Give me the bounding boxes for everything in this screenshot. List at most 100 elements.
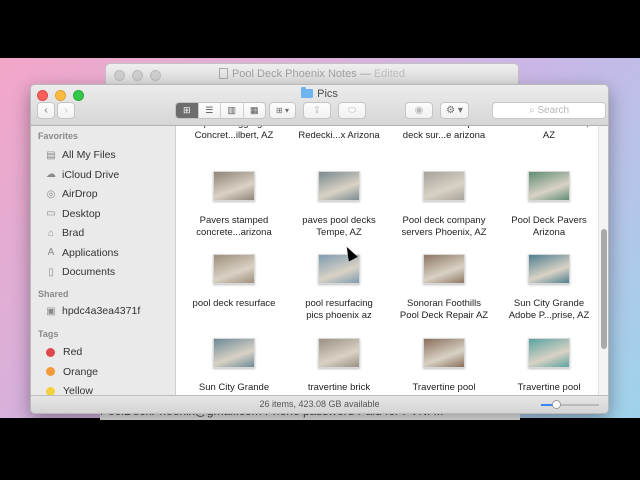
icon-size-slider[interactable]: [541, 400, 599, 409]
image-thumbnail[interactable]: [213, 338, 255, 368]
image-thumbnail[interactable]: [423, 254, 465, 284]
folder-icon: [301, 87, 314, 98]
sidebar-item-documents[interactable]: ▯ Documents: [45, 264, 115, 280]
file-name: travertine brick: [307, 382, 371, 393]
home-icon: ⌂: [47, 227, 55, 239]
sidebar-item-label: All My Files: [62, 149, 116, 161]
list-view-icon[interactable]: ☰: [199, 103, 221, 118]
finder-toolbar: Pics ‹ › ⊞ ☰ ▥ ▦ ⊞ ▾ ⇪ ⬭ ◉ ⚙ ▾ ⌕ Search: [31, 85, 608, 126]
sidebar-item-airdrop[interactable]: ◎ AirDrop: [45, 186, 98, 202]
sidebar-item-label: iCloud Drive: [62, 168, 120, 181]
slider-knob[interactable]: [551, 400, 561, 409]
applications-icon: A: [47, 247, 55, 258]
sidebar: Favorites ▤ All My Files ☁ iCloud Drive ◎ Air…: [31, 126, 176, 395]
tag-button[interactable]: ⬭: [338, 102, 366, 119]
status-text: 26 items, 423.08 GB available: [259, 399, 380, 409]
file-name: servers Phoenix, AZ: [401, 227, 487, 238]
background-window-title: Pool Deck Phoenix Notes — Edited: [106, 68, 518, 80]
file-item[interactable]: travertine brick: [289, 338, 389, 394]
quick-look-button[interactable]: ◉: [405, 102, 433, 119]
sidebar-item-shared-computer[interactable]: ▣ hpdc4a3ea4371f: [45, 303, 140, 319]
image-thumbnail[interactable]: [528, 254, 570, 284]
vertical-scrollbar[interactable]: [598, 126, 608, 395]
file-item[interactable]: Exposed AggregateConcret...ilbert, AZ: [184, 126, 284, 142]
search-placeholder: Search: [537, 105, 570, 116]
file-name: Sonoran Foothills: [407, 298, 481, 309]
cloud-icon: ☁: [46, 169, 56, 180]
file-item[interactable]: Pool Deck Pavers Arizona: [499, 171, 596, 239]
all-files-icon: ▤: [46, 149, 56, 161]
arrange-button[interactable]: ⊞ ▾: [269, 102, 296, 119]
file-item[interactable]: Pavers stamped concrete...arizona: [184, 171, 284, 239]
scrollbar-thumb[interactable]: [601, 229, 607, 349]
image-thumbnail[interactable]: [528, 171, 570, 201]
window-title-text: Pics: [317, 88, 338, 100]
finder-window[interactable]: Pics ‹ › ⊞ ☰ ▥ ▦ ⊞ ▾ ⇪ ⬭ ◉ ⚙ ▾ ⌕ Search …: [30, 84, 609, 414]
file-name: deck sur...e arizona: [402, 130, 486, 141]
sidebar-item-brad[interactable]: ⌂ Brad: [45, 225, 84, 241]
window-title: Pics: [31, 87, 608, 100]
file-item[interactable]: Travertine pool: [394, 338, 494, 394]
computer-icon: ▣: [46, 305, 56, 317]
tag-color-dot-icon: [46, 347, 55, 357]
file-item[interactable]: Sonoran Foothills Pool Deck Repair AZ: [394, 254, 494, 322]
image-thumbnail[interactable]: [213, 254, 255, 284]
icon-view-icon[interactable]: ⊞: [176, 103, 199, 118]
file-item[interactable]: paves pool decks Tempe, AZ: [289, 171, 389, 239]
file-item[interactable]: Pool deck company servers Phoenix, AZ: [394, 171, 494, 239]
file-grid: Exposed AggregateConcret...ilbert, AZ Lac…: [176, 126, 596, 395]
airdrop-icon: ◎: [46, 188, 56, 200]
image-thumbnail[interactable]: [318, 338, 360, 368]
sidebar-item-tag-orange[interactable]: Orange: [45, 364, 98, 380]
file-name: Sun City Grande: [513, 298, 585, 309]
desktop-icon: ▭: [46, 208, 56, 219]
file-item[interactable]: pool deck resurface: [184, 254, 284, 310]
sidebar-item-icloud-drive[interactable]: ☁ iCloud Drive: [45, 167, 119, 183]
edited-status: Edited: [373, 68, 406, 80]
file-name: Pavers stamped: [199, 215, 269, 226]
notes-title: Pool Deck Phoenix Notes: [231, 68, 357, 80]
file-item[interactable]: Lace PoolRedecki...x Arizona: [289, 126, 389, 142]
sidebar-header-shared: Shared: [38, 289, 69, 299]
image-thumbnail[interactable]: [423, 338, 465, 368]
sidebar-item-label: Brad: [62, 227, 85, 239]
search-input[interactable]: ⌕ Search: [492, 102, 606, 119]
document-icon: [218, 68, 228, 79]
file-item[interactable]: pool resurfacing pics phoenix az: [289, 254, 389, 322]
image-thumbnail[interactable]: [528, 338, 570, 368]
image-thumbnail[interactable]: [318, 171, 360, 201]
image-thumbnail[interactable]: [423, 171, 465, 201]
file-item[interactable]: Marbella stone pooldeck sur...e arizona: [394, 126, 494, 142]
view-mode-control[interactable]: ⊞ ☰ ▥ ▦: [175, 102, 266, 119]
file-name: Travertine pool: [412, 382, 476, 393]
sidebar-item-label: Desktop: [62, 207, 101, 220]
sidebar-item-desktop[interactable]: ▭ Desktop: [45, 206, 101, 222]
column-view-icon[interactable]: ▥: [221, 103, 244, 118]
file-name: pool deck resurface: [192, 298, 276, 309]
tag-color-dot-icon: [46, 386, 55, 395]
file-item[interactable]: Travertine pool: [499, 338, 596, 394]
sidebar-header-tags: Tags: [38, 329, 59, 339]
sidebar-item-tag-red[interactable]: Red: [45, 344, 82, 360]
share-button[interactable]: ⇪: [303, 102, 331, 119]
tag-color-dot-icon: [46, 367, 55, 376]
sidebar-item-label: hpdc4a3ea4371f: [62, 305, 141, 317]
sidebar-item-tag-yellow[interactable]: Yellow: [45, 383, 93, 395]
file-item[interactable]: Pavers Scottsdale,AZ: [499, 126, 596, 142]
sidebar-header-favorites: Favorites: [38, 131, 79, 141]
image-thumbnail[interactable]: [213, 171, 255, 201]
file-item[interactable]: Sun City Grande Adobe P...prise, AZ: [499, 254, 596, 322]
sidebar-item-all-my-files[interactable]: ▤ All My Files: [45, 147, 116, 163]
file-name: Adobe P...prise, AZ: [508, 310, 590, 321]
file-name: AZ: [542, 130, 556, 141]
sidebar-item-label: Yellow: [63, 385, 93, 395]
file-item[interactable]: Sun City Grande: [184, 338, 284, 394]
forward-button[interactable]: ›: [57, 102, 75, 119]
sidebar-item-applications[interactable]: A Applications: [45, 245, 119, 261]
file-name: Sun City Grande: [198, 382, 270, 393]
file-name: Tempe, AZ: [316, 227, 362, 238]
file-name: Pool deck company: [402, 215, 486, 226]
action-gear-button[interactable]: ⚙ ▾: [440, 102, 469, 119]
cover-flow-icon[interactable]: ▦: [244, 103, 266, 118]
back-button[interactable]: ‹: [37, 102, 55, 119]
